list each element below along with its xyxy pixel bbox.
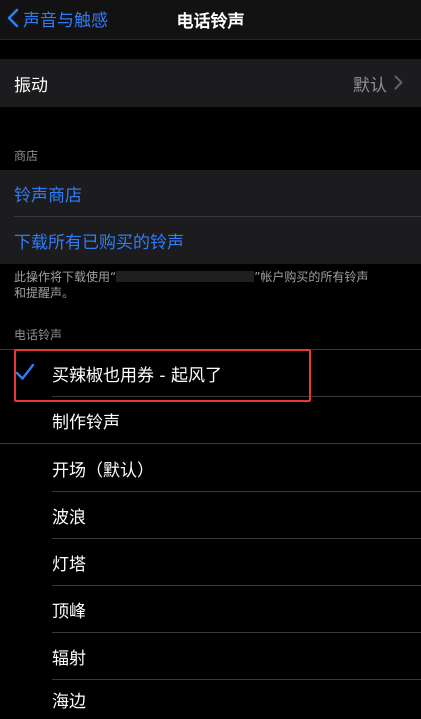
ringtone-label: 顶峰 bbox=[52, 601, 86, 622]
divider bbox=[0, 443, 421, 444]
download-all-label: 下载所有已购买的铃声 bbox=[14, 233, 184, 253]
footnote-text-end: ”帐户购买的所有铃声 bbox=[254, 270, 369, 284]
footnote-text-line2: 和提醒声。 bbox=[14, 286, 75, 300]
ringtones-section-header: 电话铃声 bbox=[14, 328, 63, 342]
download-all-purchased-link[interactable]: 下载所有已购买的铃声 bbox=[0, 217, 421, 264]
page-title: 电话铃声 bbox=[176, 12, 245, 32]
ringtone-label: 开场（默认） bbox=[52, 460, 154, 481]
navigation-bar: 声音与触感 电话铃声 bbox=[0, 0, 421, 40]
ringtone-item[interactable]: 辐射 bbox=[0, 633, 421, 679]
store-footnote: 此操作将下载使用“ ”帐户购买的所有铃声 和提醒声。 bbox=[14, 269, 414, 301]
ringtone-item[interactable]: 顶峰 bbox=[0, 586, 421, 632]
vibration-row[interactable]: 振动 默认 bbox=[0, 59, 421, 107]
ringtone-item[interactable]: 波浪 bbox=[0, 492, 421, 538]
redacted-account bbox=[116, 271, 255, 282]
ringtone-label: 波浪 bbox=[52, 507, 86, 528]
screen: 声音与触感 电话铃声 振动 默认 商店 铃声商店 下载所有已购买的铃声 此操作将… bbox=[0, 0, 421, 719]
ringtone-item[interactable]: 海边 bbox=[0, 680, 421, 719]
checkmark-icon bbox=[15, 363, 35, 380]
vibration-value: 默认 bbox=[353, 75, 387, 96]
create-ringtone-label: 制作铃声 bbox=[52, 412, 120, 433]
create-ringtone-row[interactable]: 制作铃声 bbox=[0, 397, 421, 443]
ringtone-label: 海边 bbox=[52, 692, 86, 712]
chevron-right-icon bbox=[394, 75, 403, 90]
ringtone-selected[interactable]: 买辣椒也用券 - 起风了 bbox=[0, 350, 421, 396]
tone-store-link[interactable]: 铃声商店 bbox=[0, 170, 421, 217]
store-section-header: 商店 bbox=[14, 149, 39, 163]
ringtone-label: 辐射 bbox=[52, 648, 86, 669]
tone-store-label: 铃声商店 bbox=[14, 186, 82, 206]
ringtone-item[interactable]: 开场（默认） bbox=[0, 445, 421, 491]
footnote-text-start: 此操作将下载使用“ bbox=[14, 270, 117, 284]
ringtone-label: 买辣椒也用券 - 起风了 bbox=[52, 365, 222, 386]
ringtone-item[interactable]: 灯塔 bbox=[0, 539, 421, 585]
ringtone-label: 灯塔 bbox=[52, 554, 86, 575]
vibration-label: 振动 bbox=[14, 75, 48, 96]
